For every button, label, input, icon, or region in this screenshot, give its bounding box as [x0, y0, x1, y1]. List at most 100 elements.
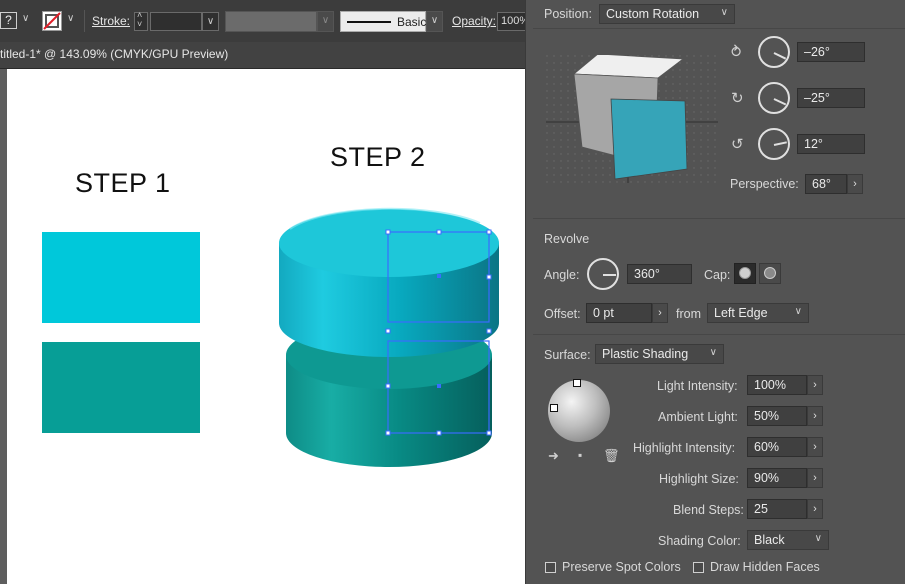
shading-color-value: Black [754, 533, 785, 547]
shading-color-dropdown[interactable]: Black ∨ [747, 530, 829, 550]
opacity-field[interactable]: 100% [497, 12, 527, 31]
no-stroke-icon [43, 12, 61, 30]
surface-value: Plastic Shading [602, 347, 689, 361]
document-tab[interactable]: titled-1* @ 143.09% (CMYK/GPU Preview) [0, 42, 525, 69]
rotate-y-dial[interactable] [758, 82, 790, 114]
blend-steps-label: Blend Steps: [673, 503, 744, 517]
rotate-x-value: –26° [804, 45, 830, 59]
position-label: Position: [544, 7, 592, 21]
chevron-down-icon: ∨ [720, 7, 728, 18]
preserve-spot-colors-label[interactable]: Preserve Spot Colors [562, 560, 681, 574]
ambient-light-slider-button[interactable]: › [807, 406, 823, 426]
rotate-x-dial[interactable] [758, 36, 790, 68]
offset-from-value: Left Edge [714, 306, 768, 320]
teal-rectangle[interactable] [42, 342, 200, 433]
position-dropdown[interactable]: Custom Rotation ∨ [599, 4, 735, 24]
highlight-size-slider-button[interactable]: › [807, 468, 823, 488]
brush-definition[interactable]: Basic [340, 11, 426, 32]
blend-steps-field[interactable]: 25 [747, 499, 807, 519]
rotate-y-value: –25° [804, 91, 830, 105]
light-source-handle[interactable] [550, 404, 558, 412]
revolved-cylinders[interactable] [270, 195, 510, 485]
rotate-x-field[interactable]: –26° [797, 42, 865, 62]
revolve-angle-dial[interactable] [587, 258, 619, 290]
highlight-intensity-field[interactable]: 60% [747, 437, 807, 457]
divider [84, 10, 85, 32]
document-title: titled-1* @ 143.09% (CMYK/GPU Preview) [0, 47, 229, 61]
light-intensity-slider-button[interactable]: › [807, 375, 823, 395]
rotate-z-dial[interactable] [758, 128, 790, 160]
offset-field[interactable]: 0 pt [586, 303, 652, 323]
3d-rotation-cube[interactable] [546, 55, 718, 183]
highlight-intensity-slider-button[interactable]: › [807, 437, 823, 457]
ambient-light-field[interactable]: 50% [747, 406, 807, 426]
step2-heading: STEP 2 [330, 142, 426, 172]
offset-value: 0 pt [593, 306, 614, 320]
chevron-down-icon: ∨ [206, 16, 215, 27]
cap-on-button[interactable] [734, 263, 756, 284]
perspective-slider-button[interactable]: › [847, 174, 863, 194]
highlight-intensity-value: 60% [754, 440, 780, 454]
hollow-cap-icon [764, 267, 776, 279]
offset-label: Offset: [544, 307, 581, 321]
brush-dropdown[interactable]: ∨ [426, 11, 443, 32]
light-intensity-field[interactable]: 100% [747, 375, 807, 395]
variable-width-profile[interactable] [225, 11, 317, 32]
control-bar: ? ∨ ∨ Stroke: ˄ ˅ ∨ ∨ Basic ∨ Opacity: 1… [0, 0, 527, 43]
rotate-y-field[interactable]: –25° [797, 88, 865, 108]
rotate-z-value: 12° [804, 137, 823, 151]
position-value: Custom Rotation [606, 7, 700, 21]
cyan-rectangle[interactable] [42, 232, 200, 323]
chevron-down-icon: ∨ [430, 15, 439, 26]
offset-slider-button[interactable]: › [652, 303, 668, 323]
revolve-heading: Revolve [544, 232, 590, 246]
cap-off-button[interactable] [759, 263, 781, 284]
draw-hidden-faces-checkbox[interactable] [693, 562, 704, 573]
light-source-handle[interactable] [573, 379, 581, 387]
stroke-label[interactable]: Stroke: [92, 14, 130, 28]
highlight-size-field[interactable]: 90% [747, 468, 807, 488]
from-label: from [676, 307, 701, 321]
draw-hidden-faces-label[interactable]: Draw Hidden Faces [710, 560, 820, 574]
surface-dropdown[interactable]: Plastic Shading ∨ [595, 344, 724, 364]
rotate-z-axis-icon: ↺ [731, 136, 744, 153]
brush-stroke-preview [347, 21, 391, 23]
blend-steps-value: 25 [754, 502, 768, 516]
move-light-back-icon[interactable]: ➜ [548, 448, 559, 464]
stroke-weight-stepper[interactable]: ˄ ˅ [134, 10, 148, 31]
delete-light-icon[interactable]: 🗑︎ [603, 448, 620, 464]
revolve-angle-value: 360° [634, 267, 660, 281]
offset-from-dropdown[interactable]: Left Edge ∨ [707, 303, 809, 323]
divider [533, 334, 905, 335]
ambient-light-label: Ambient Light: [658, 410, 738, 424]
highlight-size-value: 90% [754, 471, 780, 485]
light-intensity-value: 100% [754, 378, 786, 392]
opacity-value: 100% [501, 15, 527, 27]
ambient-light-value: 50% [754, 409, 780, 423]
new-light-icon[interactable]: ▪ [578, 448, 582, 462]
variable-width-dropdown[interactable]: ∨ [317, 11, 334, 32]
preserve-spot-colors-checkbox[interactable] [545, 562, 556, 573]
rotate-y-axis-icon: ↻ [731, 90, 744, 107]
revolve-angle-field[interactable]: 360° [627, 264, 692, 284]
perspective-value: 68° [812, 177, 831, 191]
help-glyph: ? [5, 13, 12, 27]
blend-steps-slider-button[interactable]: › [807, 499, 823, 519]
perspective-label: Perspective: [730, 177, 799, 191]
chevron-down-icon: ∨ [794, 306, 802, 317]
chevron-down-icon[interactable]: ∨ [67, 13, 74, 24]
perspective-field[interactable]: 68° [805, 174, 847, 194]
chevron-down-icon: ∨ [321, 15, 330, 26]
divider [533, 218, 905, 219]
stroke-color-swatch[interactable] [42, 11, 62, 31]
stroke-weight-dropdown[interactable]: ∨ [202, 12, 219, 31]
stroke-weight-field[interactable] [150, 12, 202, 31]
step1-heading: STEP 1 [75, 168, 171, 198]
cube-front-face [610, 98, 688, 180]
rotate-x-axis-icon: ⥁ [731, 44, 742, 61]
help-icon[interactable]: ? [0, 12, 17, 29]
opacity-label[interactable]: Opacity: [452, 14, 496, 28]
surface-label: Surface: [544, 348, 591, 362]
chevron-down-icon[interactable]: ∨ [22, 13, 29, 24]
rotate-z-field[interactable]: 12° [797, 134, 865, 154]
